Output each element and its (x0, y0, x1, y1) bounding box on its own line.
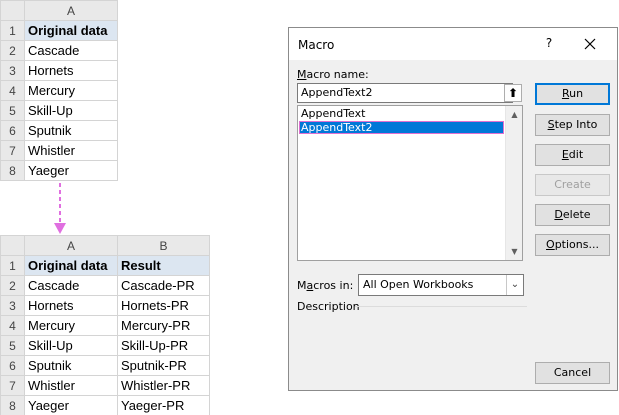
header-cell[interactable]: Original data (24, 20, 118, 41)
scroll-up-icon[interactable]: ▲ (506, 106, 523, 123)
chevron-down-icon[interactable]: ⌄ (506, 275, 523, 295)
result-sheet: A B 1 Original data Result 2 Cascade Cascade… (0, 235, 210, 415)
row-header[interactable]: 6 (0, 120, 25, 141)
data-cell[interactable]: Sputnik (24, 120, 118, 141)
cancel-button[interactable]: Cancel (535, 362, 610, 384)
list-item[interactable]: AppendText (299, 107, 504, 120)
scroll-down-icon[interactable]: ▼ (506, 243, 523, 260)
column-header-a[interactable]: A (24, 0, 118, 21)
result-cell[interactable]: Sputnik-PR (117, 355, 210, 376)
data-cell[interactable]: Mercury (24, 315, 118, 336)
header-cell[interactable]: Result (117, 255, 210, 276)
list-item-selected[interactable]: AppendText2 (299, 121, 504, 134)
row-header[interactable]: 8 (0, 160, 25, 181)
row-header[interactable]: 2 (0, 40, 25, 61)
dialog-titlebar[interactable]: Macro ? (289, 28, 617, 60)
vertical-scrollbar[interactable]: ▲ ▼ (505, 106, 522, 260)
result-cell[interactable]: Yaeger-PR (117, 395, 210, 415)
original-data-sheet: A 1 Original data 2 Cascade 3 Hornets 4 Merc… (0, 0, 118, 181)
sheet-corner[interactable] (0, 0, 25, 21)
column-header-b[interactable]: B (117, 235, 210, 256)
close-icon[interactable] (582, 36, 598, 52)
macro-list[interactable]: AppendText AppendText2 ▲ ▼ (297, 105, 523, 261)
delete-button[interactable]: Delete (535, 204, 610, 226)
data-cell[interactable]: Yaeger (24, 395, 118, 415)
edit-button[interactable]: Edit (535, 144, 610, 166)
macro-name-label: Macro name: (297, 68, 369, 81)
data-cell[interactable]: Whistler (24, 140, 118, 161)
row-header[interactable]: 5 (0, 100, 25, 121)
macro-name-input[interactable]: AppendText2 (297, 83, 513, 103)
data-cell[interactable]: Yaeger (24, 160, 118, 181)
result-cell[interactable]: Cascade-PR (117, 275, 210, 296)
header-cell[interactable]: Original data (24, 255, 118, 276)
row-header[interactable]: 7 (0, 375, 25, 396)
macros-in-value: All Open Workbooks (363, 278, 474, 291)
data-cell[interactable]: Mercury (24, 80, 118, 101)
run-button[interactable]: Run (535, 83, 610, 105)
description-separator (355, 306, 527, 307)
collapse-arrow-icon[interactable]: ⬆ (504, 84, 522, 102)
data-cell[interactable]: Skill-Up (24, 100, 118, 121)
macros-in-select[interactable]: All Open Workbooks ⌄ (358, 274, 524, 296)
result-cell[interactable]: Mercury-PR (117, 315, 210, 336)
options-button[interactable]: Options... (535, 234, 610, 256)
row-header[interactable]: 3 (0, 60, 25, 81)
result-cell[interactable]: Whistler-PR (117, 375, 210, 396)
row-header[interactable]: 3 (0, 295, 25, 316)
data-cell[interactable]: Whistler (24, 375, 118, 396)
sheet-corner[interactable] (0, 235, 25, 256)
row-header[interactable]: 8 (0, 395, 25, 415)
row-header[interactable]: 6 (0, 355, 25, 376)
data-cell[interactable]: Skill-Up (24, 335, 118, 356)
data-cell[interactable]: Cascade (24, 40, 118, 61)
dialog-title: Macro (298, 38, 335, 52)
data-cell[interactable]: Cascade (24, 275, 118, 296)
help-button[interactable]: ? (542, 36, 556, 52)
row-header[interactable]: 4 (0, 315, 25, 336)
dashed-down-arrow-icon (54, 183, 66, 234)
macro-dialog: Macro ? Macro name: AppendText2 ⬆ Append… (288, 27, 618, 391)
result-cell[interactable]: Hornets-PR (117, 295, 210, 316)
macros-in-label: Macros in: (297, 279, 354, 292)
result-cell[interactable]: Skill-Up-PR (117, 335, 210, 356)
row-header[interactable]: 2 (0, 275, 25, 296)
row-header[interactable]: 4 (0, 80, 25, 101)
description-label: Description (297, 300, 360, 313)
row-header[interactable]: 5 (0, 335, 25, 356)
row-header[interactable]: 7 (0, 140, 25, 161)
data-cell[interactable]: Hornets (24, 60, 118, 81)
column-header-a[interactable]: A (24, 235, 118, 256)
data-cell[interactable]: Sputnik (24, 355, 118, 376)
create-button[interactable]: Create (535, 174, 610, 196)
step-into-button[interactable]: Step Into (535, 114, 610, 136)
row-header[interactable]: 1 (0, 20, 25, 41)
row-header[interactable]: 1 (0, 255, 25, 276)
data-cell[interactable]: Hornets (24, 295, 118, 316)
